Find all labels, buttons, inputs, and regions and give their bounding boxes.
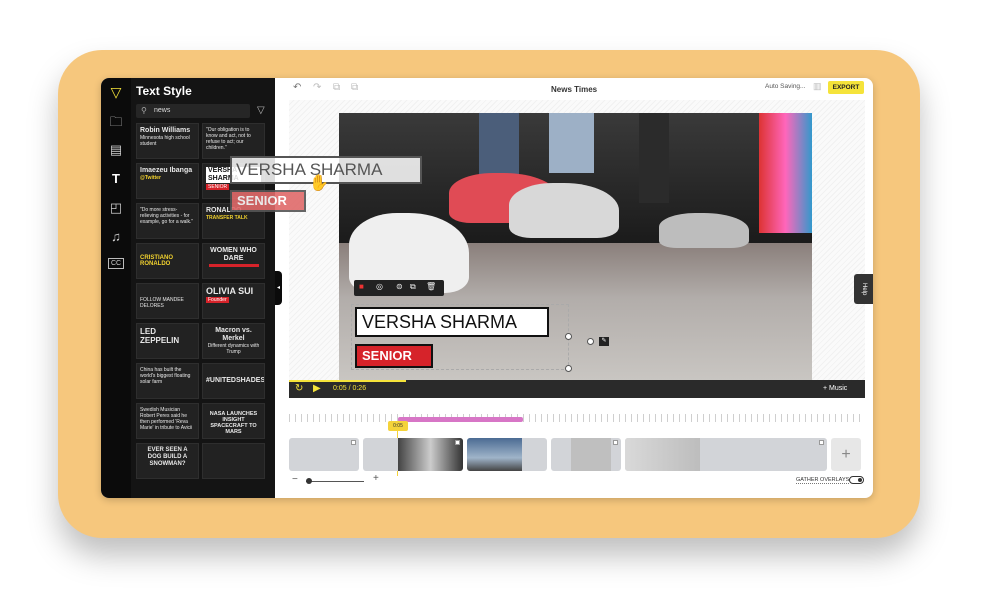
style-tile[interactable]: CRISTIANO RONALDO — [136, 243, 199, 279]
autosave-status: Auto Saving... — [765, 83, 806, 90]
timeline-clip[interactable] — [289, 438, 359, 471]
logo-icon[interactable]: ▽ — [108, 84, 124, 100]
style-tile[interactable] — [202, 443, 265, 479]
overlay-toolbar: ■ ◎ ⊜ ⧉ 🗑 — [354, 280, 444, 296]
add-music-button[interactable]: + Music — [823, 385, 847, 392]
lower-third-title[interactable]: SENIOR — [355, 344, 433, 368]
captions-icon[interactable]: CC — [108, 258, 124, 269]
color-icon[interactable]: ■ — [359, 282, 364, 291]
storage-icon: ▥ — [813, 81, 822, 91]
timeline-ruler[interactable] — [289, 414, 861, 422]
music-icon[interactable]: ♫ — [108, 229, 124, 245]
lower-third-name[interactable]: VERSHA SHARMA — [355, 307, 549, 337]
add-clip-button[interactable]: + — [831, 438, 861, 471]
style-tile[interactable]: #UNITEDSHADES — [202, 363, 265, 399]
style-tile[interactable]: OLIVIA SUI Founder — [202, 283, 265, 319]
top-toolbar: ↶ ↷ ⧉ ⧉ News Times Auto Saving... ▥ EXPO… — [275, 78, 873, 100]
overlay-duration-bar[interactable] — [398, 417, 523, 422]
style-tile[interactable]: EVER SEEN A DOG BUILD A SNOWMAN? — [136, 443, 199, 479]
style-tile[interactable]: China has built the world's biggest floa… — [136, 363, 199, 399]
gather-overlays-toggle[interactable] — [849, 476, 864, 484]
style-tile[interactable]: "Do more stress-relieving activities - f… — [136, 203, 199, 239]
folder-upload-icon[interactable]: 🗀 — [108, 114, 124, 130]
search-value: news — [154, 107, 171, 114]
style-tile[interactable]: FOLLOW MANDEE DELORES — [136, 283, 199, 319]
timeline-clip[interactable] — [625, 438, 827, 471]
resize-handle[interactable] — [565, 333, 572, 340]
panel-collapse-handle[interactable]: ◂ — [275, 271, 282, 305]
delete-icon[interactable]: 🗑 — [426, 282, 436, 291]
text-style-panel: Text Style ⚲ news ▽ Robin Williams Minnes… — [131, 78, 275, 498]
layer-up-icon[interactable]: ⧉ — [333, 82, 340, 93]
search-icon: ⚲ — [141, 106, 147, 115]
zoom-out-icon[interactable]: − — [292, 474, 298, 485]
editor-window: ▽ 🗀 ▤ T ◰ ♫ CC Text Style ⚲ news ▽ Robin… — [101, 78, 873, 498]
style-tile[interactable]: "Our obligation is to know and act, not … — [202, 123, 265, 159]
drag-preview-title: SENIOR — [230, 190, 306, 212]
resize-handle[interactable] — [565, 365, 572, 372]
style-tile[interactable]: LED ZEPPELIN — [136, 323, 199, 359]
undo-icon[interactable]: ↶ — [293, 82, 301, 93]
settings-icon[interactable]: ⊜ — [396, 282, 403, 291]
gather-overlays-label: GATHER OVERLAYS — [796, 477, 850, 484]
playback-progress[interactable] — [289, 380, 406, 382]
zoom-in-icon[interactable]: + — [373, 473, 379, 484]
text-style-icon[interactable]: T — [108, 171, 124, 187]
document-title[interactable]: News Times — [551, 85, 597, 94]
duplicate-icon[interactable]: ⧉ — [410, 282, 416, 292]
style-tile[interactable]: Swedish Musician Robert Peres said he th… — [136, 403, 199, 439]
style-tile[interactable]: Imaezeu Ibanga @Twitter — [136, 163, 199, 199]
media-icon[interactable]: ▤ — [108, 142, 124, 158]
sidebar-rail: ▽ 🗀 ▤ T ◰ ♫ CC — [101, 78, 131, 498]
style-tile[interactable]: Macron vs. Merkel Different dynamics with… — [202, 323, 265, 359]
style-tile[interactable]: Robin Williams Minnesota high school stud… — [136, 123, 199, 159]
edit-icon[interactable]: ✎ — [599, 337, 609, 346]
style-tile[interactable]: NASA LAUNCHES INSIGHT SPACECRAFT TO MARS — [202, 403, 265, 439]
search-input[interactable]: ⚲ news — [136, 104, 250, 118]
style-tile[interactable]: WOMEN WHO DARE — [202, 243, 265, 279]
playhead-label[interactable]: 0:05 — [388, 421, 408, 431]
panel-title: Text Style — [136, 84, 192, 98]
rotate-handle-icon[interactable] — [587, 338, 594, 345]
hand-cursor-icon: ✋ — [309, 175, 329, 192]
layer-down-icon[interactable]: ⧉ — [351, 82, 358, 93]
timeline-clip[interactable] — [551, 438, 621, 471]
help-tab[interactable]: Help — [854, 274, 873, 304]
player-bar: ↻ ▶ 0:05 / 0:26 + Music — [289, 380, 865, 398]
timeline-clip[interactable] — [363, 438, 463, 471]
export-button[interactable]: EXPORT — [828, 81, 864, 94]
redo-icon[interactable]: ↷ — [313, 82, 321, 93]
play-icon[interactable]: ▶ — [313, 383, 321, 394]
animation-icon[interactable]: ◎ — [376, 282, 383, 291]
zoom-slider[interactable] — [306, 478, 312, 484]
shapes-icon[interactable]: ◰ — [108, 200, 124, 216]
filter-icon[interactable]: ▽ — [257, 105, 265, 116]
timeline-clip[interactable] — [467, 438, 547, 471]
replay-icon[interactable]: ↻ — [295, 383, 303, 394]
time-display: 0:05 / 0:26 — [333, 385, 367, 392]
